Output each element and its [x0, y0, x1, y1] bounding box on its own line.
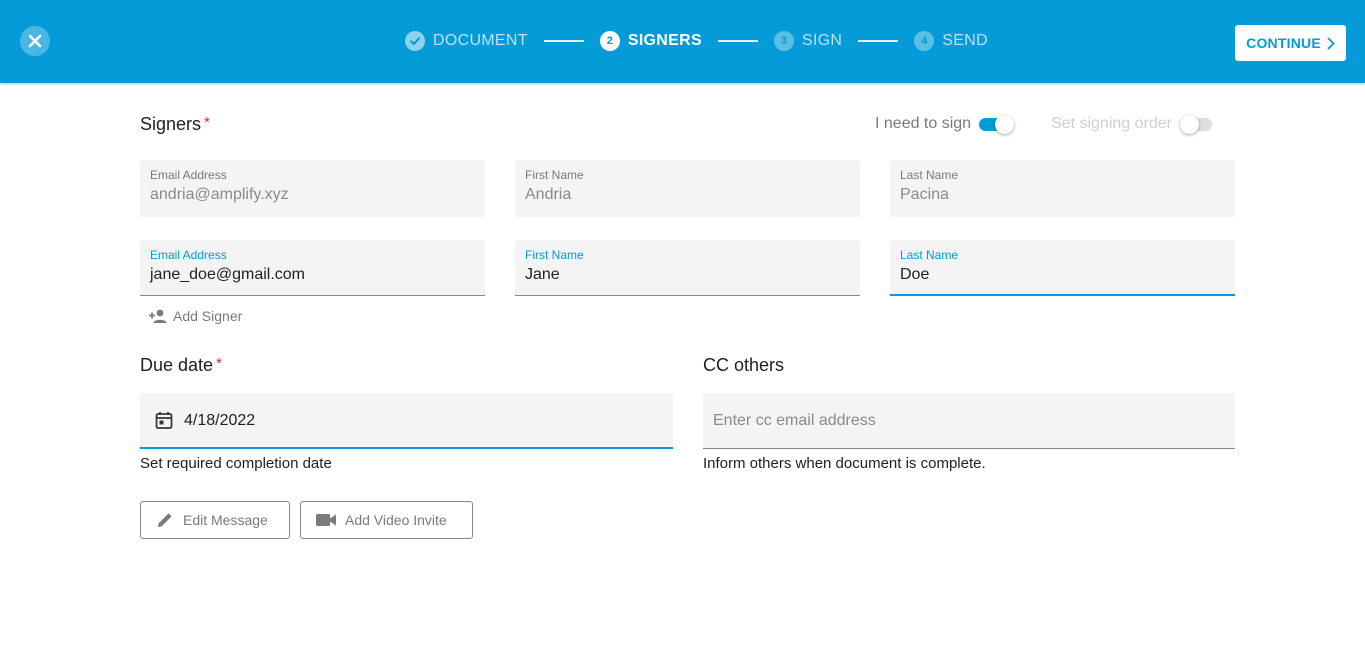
add-person-icon — [149, 309, 167, 323]
i-need-to-sign-control: I need to sign — [875, 114, 1015, 134]
step-sign[interactable]: 3 SIGN — [773, 31, 843, 51]
step-connector — [717, 40, 758, 42]
cc-email-field — [703, 393, 1235, 449]
signing-order-control: Set signing order — [1051, 114, 1214, 134]
due-date-title: Due date * — [140, 355, 222, 376]
add-signer-label: Add Signer — [173, 308, 243, 324]
continue-label: CONTINUE — [1246, 35, 1321, 51]
step-sign-number: 3 — [773, 31, 794, 51]
field-value: andria@amplify.xyz — [150, 186, 289, 203]
step-document-label: DOCUMENT — [433, 32, 528, 49]
i-need-to-sign-label: I need to sign — [875, 115, 972, 132]
field-label: Email Address — [150, 248, 227, 262]
signer-2-email-field[interactable]: Email Address jane_doe@gmail.com — [140, 240, 485, 296]
field-value: Jane — [525, 266, 560, 283]
signing-order-toggle[interactable] — [1179, 114, 1214, 134]
add-video-invite-button[interactable]: Add Video Invite — [300, 501, 473, 539]
required-asterisk: * — [216, 355, 222, 372]
video-camera-icon — [316, 514, 336, 526]
check-icon — [410, 37, 420, 45]
chevron-right-icon — [1327, 37, 1335, 49]
signers-title: Signers * — [140, 114, 210, 135]
field-value: Andria — [525, 186, 572, 203]
step-connector — [858, 40, 899, 42]
due-date-value: 4/18/2022 — [184, 412, 256, 429]
step-connector — [543, 40, 584, 42]
signer-2-last-name-field[interactable]: Last Name Doe — [890, 240, 1235, 296]
cc-others-title: CC others — [703, 355, 785, 375]
field-label: Last Name — [900, 248, 959, 262]
edit-message-label: Edit Message — [183, 512, 268, 528]
add-signer-button[interactable]: Add Signer — [148, 308, 242, 324]
field-label: First Name — [525, 168, 584, 182]
field-label: Email Address — [150, 168, 227, 182]
step-signers-number: 2 — [599, 31, 620, 51]
edit-message-button[interactable]: Edit Message — [140, 501, 290, 539]
close-icon — [28, 34, 42, 48]
field-value: Doe — [900, 266, 930, 283]
step-document[interactable]: DOCUMENT — [405, 31, 528, 51]
signer-1-email-field: Email Address andria@amplify.xyz — [140, 160, 485, 217]
signing-order-label: Set signing order — [1051, 115, 1172, 132]
cc-email-input[interactable] — [703, 393, 1235, 448]
cc-helper: Inform others when document is complete. — [703, 455, 986, 472]
due-date-field[interactable]: 4/18/2022 — [140, 393, 673, 449]
step-send[interactable]: 4 SEND — [914, 31, 988, 51]
field-label: First Name — [525, 248, 584, 262]
calendar-icon — [155, 412, 173, 429]
top-bar: DOCUMENT 2 SIGNERS 3 SIGN 4 SEND CONTINU… — [0, 0, 1365, 83]
required-asterisk: * — [204, 114, 210, 131]
step-document-circle — [405, 31, 425, 51]
signers-title-text: Signers — [140, 114, 202, 134]
step-signers-label: SIGNERS — [627, 32, 702, 49]
step-signers[interactable]: 2 SIGNERS — [599, 31, 702, 51]
field-value: Pacina — [900, 186, 949, 203]
signer-1-first-name-field: First Name Andria — [515, 160, 860, 217]
pencil-icon — [158, 513, 172, 527]
add-video-invite-label: Add Video Invite — [345, 512, 447, 528]
due-date-helper: Set required completion date — [140, 455, 332, 472]
i-need-to-sign-toggle[interactable] — [979, 114, 1015, 134]
due-date-title-text: Due date — [140, 355, 214, 375]
close-button[interactable] — [20, 26, 50, 56]
signer-1-last-name-field: Last Name Pacina — [890, 160, 1235, 217]
signer-2-first-name-field[interactable]: First Name Jane — [515, 240, 860, 296]
step-send-label: SEND — [942, 32, 988, 49]
field-label: Last Name — [900, 168, 959, 182]
step-send-number: 4 — [914, 31, 935, 51]
step-sign-label: SIGN — [801, 32, 843, 49]
field-value: jane_doe@gmail.com — [150, 266, 305, 283]
continue-button[interactable]: CONTINUE — [1235, 25, 1346, 61]
progress-stepper: DOCUMENT 2 SIGNERS 3 SIGN 4 SEND — [405, 30, 988, 52]
